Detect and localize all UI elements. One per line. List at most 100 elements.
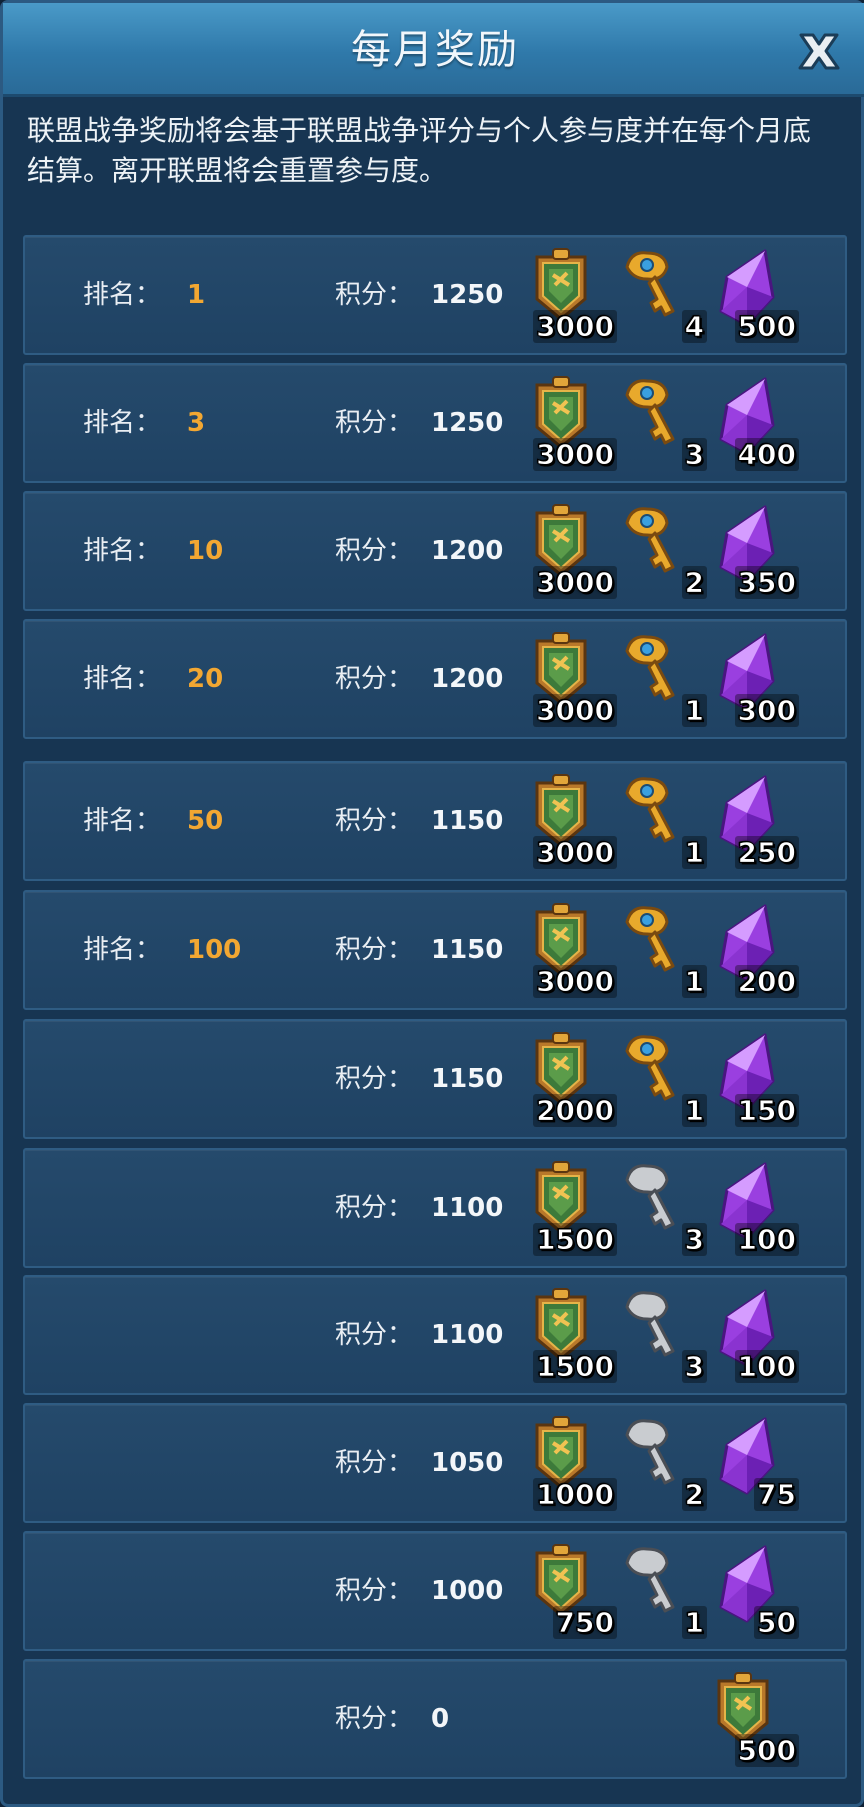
rank-label: 排名：	[83, 408, 162, 438]
reward-row: 积分： 1100 1500 3 100	[23, 1275, 847, 1395]
crystal-reward[interactable]: 100	[713, 1160, 799, 1257]
reward-quantity: 3000	[533, 438, 617, 472]
reward-quantity: 1500	[533, 1223, 617, 1257]
crystal-reward[interactable]: 200	[713, 902, 799, 999]
reward-quantity: 3000	[533, 836, 617, 870]
score-label: 积分：	[335, 664, 414, 694]
reward-quantity: 75	[754, 1478, 799, 1512]
key-reward[interactable]: 3	[621, 1287, 707, 1384]
silver-key-icon	[625, 1547, 675, 1613]
gold-key-icon	[625, 777, 675, 843]
close-icon[interactable]	[793, 25, 845, 77]
score-value: 1100	[431, 1193, 504, 1223]
reward-quantity: 3000	[533, 694, 617, 728]
panel-title: 每月奖励	[351, 27, 519, 73]
silver-key-icon	[625, 1291, 675, 1357]
reward-quantity: 3000	[533, 965, 617, 999]
key-reward[interactable]: 2	[621, 1415, 707, 1512]
rank-value: 50	[187, 806, 224, 836]
reward-row: 积分： 0 500	[23, 1659, 847, 1779]
key-reward[interactable]: 2	[621, 503, 707, 600]
shield-reward[interactable]: 500	[713, 1671, 799, 1768]
score-label: 积分：	[335, 408, 414, 438]
key-reward[interactable]: 1	[621, 1031, 707, 1128]
shield-reward[interactable]: 3000	[531, 773, 617, 870]
crystal-reward[interactable]: 250	[713, 773, 799, 870]
score-label: 积分：	[335, 1193, 414, 1223]
reward-row: 积分： 1000 750 1 50	[23, 1531, 847, 1651]
key-reward[interactable]: 4	[621, 247, 707, 344]
key-reward[interactable]: 3	[621, 1160, 707, 1257]
shield-reward[interactable]: 3000	[531, 902, 617, 999]
panel-header: 每月奖励	[3, 3, 864, 97]
score-value: 1050	[431, 1448, 504, 1478]
reward-row: 排名： 10 积分： 1200 3000 2 350	[23, 491, 847, 611]
crystal-reward[interactable]: 400	[713, 375, 799, 472]
reward-quantity: 1	[681, 965, 707, 999]
gold-key-icon	[625, 379, 675, 445]
shield-reward[interactable]: 750	[531, 1543, 617, 1640]
reward-row: 排名： 100 积分： 1150 3000 1 200	[23, 890, 847, 1010]
reward-row: 积分： 1100 1500 3 100	[23, 1148, 847, 1268]
reward-quantity: 1	[681, 1606, 707, 1640]
key-reward[interactable]: 1	[621, 631, 707, 728]
score-value: 1200	[431, 664, 504, 694]
reward-quantity: 3	[681, 1223, 707, 1257]
reward-quantity: 500	[734, 310, 799, 344]
reward-quantity: 1000	[533, 1478, 617, 1512]
crystal-reward[interactable]: 300	[713, 631, 799, 728]
key-reward[interactable]: 1	[621, 773, 707, 870]
reward-quantity: 3000	[533, 566, 617, 600]
reward-quantity: 1500	[533, 1350, 617, 1384]
score-value: 0	[431, 1704, 450, 1734]
crystal-reward[interactable]: 100	[713, 1287, 799, 1384]
reward-quantity: 4	[681, 310, 707, 344]
reward-quantity: 200	[734, 965, 799, 999]
crystal-reward[interactable]: 150	[713, 1031, 799, 1128]
shield-reward[interactable]: 3000	[531, 247, 617, 344]
shield-reward[interactable]: 2000	[531, 1031, 617, 1128]
silver-key-icon	[625, 1419, 675, 1485]
crystal-reward[interactable]: 75	[713, 1415, 799, 1512]
rank-label: 排名：	[83, 536, 162, 566]
rank-value: 100	[187, 935, 242, 965]
shield-reward[interactable]: 3000	[531, 375, 617, 472]
score-value: 1000	[431, 1576, 504, 1606]
rank-label: 排名：	[83, 664, 162, 694]
reward-quantity: 50	[754, 1606, 799, 1640]
score-label: 积分：	[335, 806, 414, 836]
rank-value: 3	[187, 408, 206, 438]
monthly-rewards-panel: 每月奖励 联盟战争奖励将会基于联盟战争评分与个人参与度并在每个月底结算。离开联盟…	[0, 0, 864, 1807]
shield-reward[interactable]: 3000	[531, 631, 617, 728]
score-label: 积分：	[335, 1576, 414, 1606]
crystal-reward[interactable]: 500	[713, 247, 799, 344]
score-value: 1100	[431, 1320, 504, 1350]
reward-row: 排名： 50 积分： 1150 3000 1 250	[23, 761, 847, 881]
reward-row: 积分： 1050 1000 2 75	[23, 1403, 847, 1523]
gold-key-icon	[625, 906, 675, 972]
crystal-reward[interactable]: 50	[713, 1543, 799, 1640]
crystal-reward[interactable]: 350	[713, 503, 799, 600]
reward-quantity: 350	[734, 566, 799, 600]
gold-key-icon	[625, 507, 675, 573]
shield-reward[interactable]: 1500	[531, 1160, 617, 1257]
score-value: 1150	[431, 935, 504, 965]
rewards-description: 联盟战争奖励将会基于联盟战争评分与个人参与度并在每个月底结算。离开联盟将会重置参…	[27, 114, 812, 187]
shield-reward[interactable]: 1000	[531, 1415, 617, 1512]
shield-reward[interactable]: 3000	[531, 503, 617, 600]
shield-reward[interactable]: 1500	[531, 1287, 617, 1384]
key-reward[interactable]: 1	[621, 1543, 707, 1640]
score-label: 积分：	[335, 1320, 414, 1350]
reward-quantity: 500	[734, 1734, 799, 1768]
key-reward[interactable]: 1	[621, 902, 707, 999]
rank-label: 排名：	[83, 806, 162, 836]
reward-quantity: 100	[734, 1350, 799, 1384]
gold-key-icon	[625, 1035, 675, 1101]
score-value: 1150	[431, 1064, 504, 1094]
reward-quantity: 2	[681, 566, 707, 600]
reward-quantity: 3	[681, 438, 707, 472]
score-label: 积分：	[335, 1064, 414, 1094]
key-reward[interactable]: 3	[621, 375, 707, 472]
reward-quantity: 100	[734, 1223, 799, 1257]
reward-quantity: 400	[734, 438, 799, 472]
